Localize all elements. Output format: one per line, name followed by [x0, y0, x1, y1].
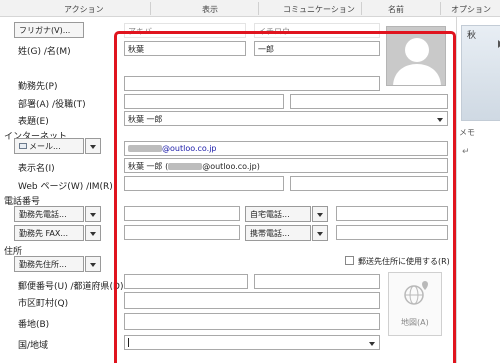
country-select[interactable]: [124, 335, 380, 350]
web-page-field[interactable]: [124, 176, 284, 191]
home-phone-dropdown[interactable]: [312, 206, 328, 222]
contact-form: フリガナ(V)... 姓(G) /名(M) 勤務先(P) 部署(A) /役職(T…: [0, 17, 500, 363]
ribbon-separator: [258, 2, 259, 15]
first-name-kana-field[interactable]: イチロウ: [254, 23, 380, 38]
company-label: 勤務先(P): [18, 82, 58, 92]
email-button-label: メール...: [29, 142, 61, 151]
home-phone-button[interactable]: 自宅電話...: [245, 206, 311, 222]
mobile-phone-dropdown[interactable]: [312, 225, 328, 241]
map-button[interactable]: 地図(A): [388, 272, 442, 336]
street-label: 番地(B): [18, 320, 50, 330]
first-name-field[interactable]: 一郎: [254, 41, 380, 56]
paragraph-mark: ↵: [462, 147, 470, 157]
mobile-phone-button[interactable]: 携帯電話...: [245, 225, 311, 241]
person-silhouette-icon: [387, 27, 445, 85]
ribbon-group-labels: アクション 表示 コミュニケーション 名前 オプション: [0, 0, 500, 17]
display-name-suffix: @outloo.co.jp): [202, 162, 260, 171]
mailing-address-label: 郵送先住所に使用する(R): [358, 257, 450, 266]
chevron-down-icon: [437, 118, 443, 122]
ribbon-group-options: オプション: [451, 5, 491, 14]
postal-prefecture-label: 郵便番号(U) /都道府県(D): [18, 282, 124, 292]
job-title-field[interactable]: [290, 94, 448, 109]
redacted-text: [168, 163, 203, 170]
text-cursor: [128, 338, 129, 347]
department-field[interactable]: [124, 94, 284, 109]
city-field[interactable]: [124, 292, 380, 309]
ribbon-group-action: アクション: [64, 5, 104, 14]
work-fax-button[interactable]: 勤務先 FAX...: [14, 225, 84, 241]
work-fax-field[interactable]: [124, 225, 240, 240]
file-as-value: 秋葉 一郎: [128, 115, 163, 124]
last-name-field[interactable]: 秋葉: [124, 41, 246, 56]
redacted-text: [128, 145, 162, 152]
department-title-label: 部署(A) /役職(T): [18, 100, 86, 110]
display-name-label: 表示名(I): [18, 164, 55, 174]
business-card-preview: 秋: [461, 25, 500, 121]
work-phone-button[interactable]: 勤務先電話...: [14, 206, 84, 222]
city-label: 市区町村(Q): [18, 299, 69, 309]
im-address-field[interactable]: [290, 176, 448, 191]
file-as-select[interactable]: 秋葉 一郎: [124, 111, 448, 126]
ribbon-group-name: 名前: [388, 5, 404, 14]
work-address-dropdown[interactable]: [85, 256, 101, 272]
email-field[interactable]: @outloo.co.jp: [124, 141, 448, 156]
preview-name: 秋: [467, 31, 477, 41]
work-fax-dropdown[interactable]: [85, 225, 101, 241]
display-name-field[interactable]: 秋葉 一郎 ( @outloo.co.jp): [124, 158, 448, 173]
ribbon-group-display: 表示: [202, 5, 218, 14]
email-icon: [19, 143, 27, 149]
name-label: 姓(G) /名(M): [18, 47, 71, 57]
display-name-prefix: 秋葉 一郎 (: [128, 162, 169, 171]
web-page-label: Web ページ(W) /IM(R): [18, 182, 113, 192]
country-label: 国/地域: [18, 341, 49, 351]
work-phone-field[interactable]: [124, 206, 240, 221]
mobile-phone-field[interactable]: [336, 225, 448, 240]
chevron-down-icon: [369, 342, 375, 346]
email-button[interactable]: メール...: [14, 138, 84, 154]
prefecture-field[interactable]: [254, 274, 380, 289]
globe-pin-icon: [404, 281, 428, 305]
ribbon-separator: [440, 2, 441, 15]
email-dropdown[interactable]: [85, 138, 101, 154]
company-field[interactable]: [124, 76, 380, 91]
contact-photo[interactable]: [386, 26, 446, 86]
map-button-label: 地図(A): [401, 318, 429, 327]
ribbon-separator: [361, 2, 362, 15]
street-field[interactable]: [124, 313, 380, 330]
email-domain: @outloo.co.jp: [162, 144, 217, 153]
work-phone-dropdown[interactable]: [85, 206, 101, 222]
mailing-address-checkbox[interactable]: [345, 256, 354, 265]
ribbon-group-communication: コミュニケーション: [283, 5, 355, 14]
memo-label: メモ: [459, 128, 475, 137]
furigana-button[interactable]: フリガナ(V)...: [14, 22, 84, 38]
preview-pane: 秋 メモ ↵: [456, 17, 500, 363]
home-phone-field[interactable]: [336, 206, 448, 221]
last-name-kana-field[interactable]: アキバ: [124, 23, 246, 38]
ribbon-separator: [150, 2, 151, 15]
postal-code-field[interactable]: [124, 274, 248, 289]
file-as-label: 表題(E): [18, 117, 49, 127]
work-address-button[interactable]: 勤務先住所...: [14, 256, 84, 272]
